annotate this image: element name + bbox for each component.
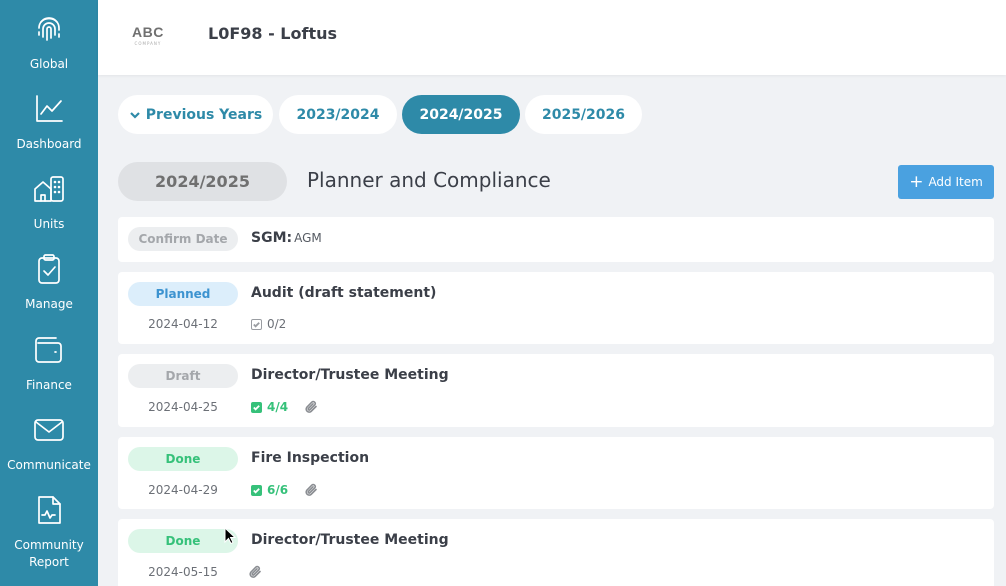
planner-item[interactable]: Done Fire Inspection 2024-04-29 6/6 <box>118 437 994 509</box>
logo-subtext: COMPANY <box>134 41 162 46</box>
item-date: 2024-04-25 <box>148 400 218 414</box>
item-title: Fire Inspection <box>251 450 370 466</box>
sidebar: Global Dashboard Units Manage Finance Co… <box>0 0 98 586</box>
status-badge: Confirm Date <box>128 227 238 251</box>
add-item-label: Add Item <box>928 175 983 189</box>
line-chart-icon <box>36 95 63 122</box>
nav-label: Manage <box>25 297 73 311</box>
nav-label: Units <box>33 217 65 231</box>
report-document-icon <box>38 496 61 524</box>
checklist-count: 6/6 <box>267 483 289 497</box>
item-title: Director/Trustee Meeting <box>251 532 449 548</box>
nav-item-global[interactable]: Global <box>0 12 98 73</box>
item-date: 2024-04-29 <box>148 483 218 497</box>
nav-label: Communicate <box>7 458 91 472</box>
header: ABC COMPANY L0F98 - Loftus <box>98 0 1006 75</box>
checklist-progress: 0/2 <box>251 317 286 331</box>
item-title: Audit (draft statement) <box>251 285 437 301</box>
item-title-text: SGM: <box>251 230 293 246</box>
checkbox-checked-icon <box>251 484 262 496</box>
section-title: Planner and Compliance <box>307 168 551 192</box>
item-date: 2024-04-12 <box>148 317 218 331</box>
clipboard-check-icon <box>38 254 60 284</box>
tab-2025-2026[interactable]: 2025/2026 <box>525 95 642 134</box>
nav-item-units[interactable]: Units <box>0 172 98 233</box>
logo-text: ABC <box>132 24 164 40</box>
previous-years-label: Previous Years <box>145 106 263 123</box>
envelope-icon <box>34 419 64 441</box>
planner-item[interactable]: Confirm Date SGM: AGM <box>118 217 994 262</box>
plus-icon: + <box>909 171 924 192</box>
checklist-progress: 6/6 <box>251 483 288 497</box>
status-badge: Draft <box>128 364 238 388</box>
planner-item[interactable]: Draft Director/Trustee Meeting 2024-04-2… <box>118 354 994 427</box>
item-subtitle: AGM <box>294 231 322 245</box>
nav-item-communicate[interactable]: Communicate <box>0 413 98 474</box>
status-badge: Planned <box>128 282 238 306</box>
page-title: L0F98 - Loftus <box>208 24 338 43</box>
fingerprint-icon <box>38 17 60 41</box>
previous-years-button[interactable]: Previous Years <box>118 95 273 134</box>
checkbox-checked-icon <box>251 401 262 413</box>
planner-item[interactable]: Done Director/Trustee Meeting 2024-05-15 <box>118 519 994 586</box>
status-badge: Done <box>128 447 238 471</box>
item-title: Director/Trustee Meeting <box>251 367 449 383</box>
checklist-count: 0/2 <box>267 317 287 331</box>
item-date: 2024-05-15 <box>148 565 218 579</box>
nav-item-dashboard[interactable]: Dashboard <box>0 92 98 153</box>
selected-year-badge: 2024/2025 <box>118 162 287 201</box>
chevron-down-icon <box>130 111 140 119</box>
company-logo[interactable]: ABC COMPANY <box>132 24 164 46</box>
wallet-icon <box>35 337 62 363</box>
paperclip-icon <box>304 399 318 413</box>
nav-label: Community Report <box>14 538 84 569</box>
checklist-count: 4/4 <box>267 400 289 414</box>
paperclip-icon <box>304 482 318 496</box>
checklist-progress: 4/4 <box>251 400 288 414</box>
nav-item-community-report[interactable]: Community Report <box>0 493 98 571</box>
add-item-button[interactable]: + Add Item <box>898 165 994 199</box>
item-title: SGM: AGM <box>251 230 322 246</box>
nav-label: Dashboard <box>16 137 82 151</box>
nav-label: Global <box>29 57 69 71</box>
tab-2023-2024[interactable]: 2023/2024 <box>279 95 397 134</box>
nav-item-manage[interactable]: Manage <box>0 252 98 313</box>
nav-item-finance[interactable]: Finance <box>0 333 98 394</box>
buildings-icon <box>34 176 64 202</box>
mouse-cursor-icon <box>224 527 236 545</box>
planner-item[interactable]: Planned Audit (draft statement) 2024-04-… <box>118 272 994 344</box>
tab-2024-2025[interactable]: 2024/2025 <box>402 95 520 134</box>
status-badge: Done <box>128 529 238 553</box>
paperclip-icon <box>248 564 262 578</box>
checkbox-icon <box>251 318 262 330</box>
nav-label: Finance <box>26 378 72 392</box>
